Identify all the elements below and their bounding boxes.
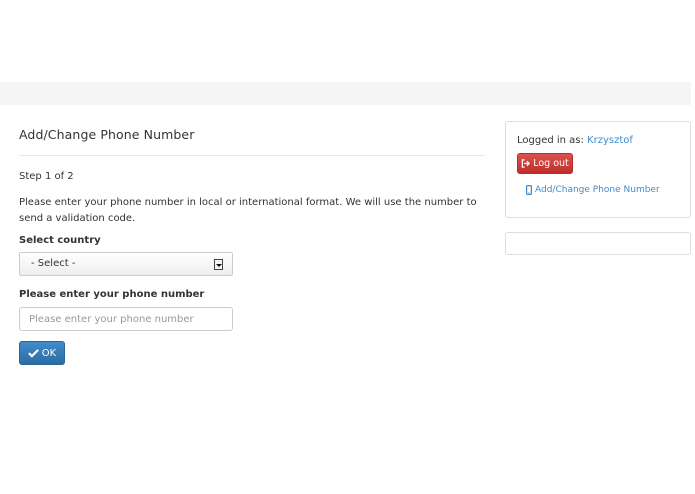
country-select-value: - Select - [31, 258, 76, 269]
dropdown-arrow-icon[interactable] [214, 259, 223, 270]
page: Add/Change Phone Number Step 1 of 2 Plea… [0, 0, 695, 494]
country-select[interactable]: - Select - [19, 252, 233, 276]
mobile-phone-icon [526, 185, 532, 195]
ok-button-label: OK [41, 347, 57, 359]
phone-input[interactable] [19, 307, 233, 331]
user-panel: Logged in as: Krzysztof Log out Add/Chan… [505, 121, 691, 218]
username-link[interactable]: Krzysztof [587, 135, 633, 146]
nav-link-label: Add/Change Phone Number [535, 185, 660, 195]
top-bar [0, 82, 691, 105]
phone-label: Please enter your phone number [19, 289, 205, 300]
step-indicator: Step 1 of 2 [19, 171, 74, 182]
title-divider [19, 155, 485, 156]
logged-in-row: Logged in as: Krzysztof [517, 135, 690, 146]
main-content: Add/Change Phone Number Step 1 of 2 Plea… [19, 127, 485, 365]
nav-link-change-phone[interactable]: Add/Change Phone Number [526, 185, 690, 195]
logged-in-label: Logged in as: [517, 135, 584, 146]
country-label: Select country [19, 235, 101, 246]
ok-button[interactable]: OK [19, 341, 65, 365]
page-title: Add/Change Phone Number [19, 127, 195, 142]
check-icon [27, 349, 39, 358]
logout-button-label: Log out [533, 158, 569, 169]
logout-icon [521, 159, 531, 168]
instructions-text: Please enter your phone number in local … [19, 197, 477, 224]
empty-panel [505, 232, 691, 255]
logout-button[interactable]: Log out [517, 153, 573, 174]
